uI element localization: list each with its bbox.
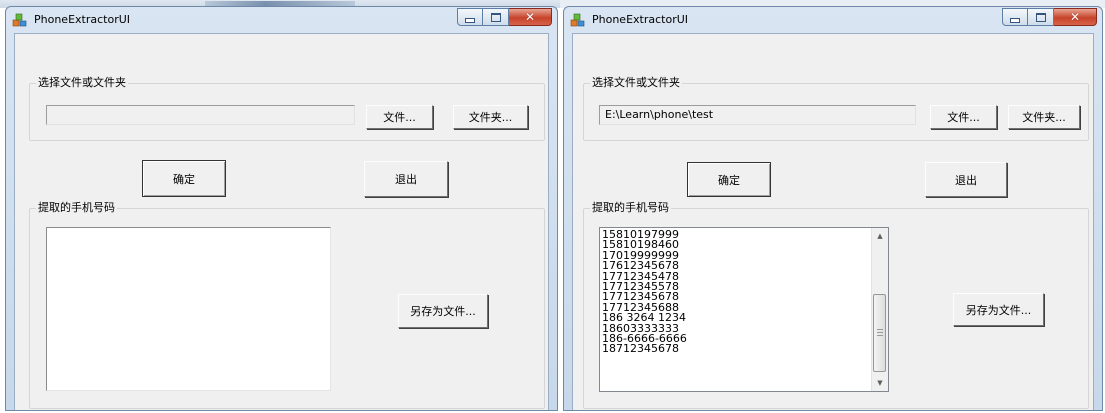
close-icon: ✕ [524,10,536,24]
select-group: 选择文件或文件夹 E:\Learn\phone\test 文件... 文件夹..… [583,76,1089,141]
minimize-icon [465,17,475,23]
result-group-label: 提取的手机号码 [36,201,117,215]
app-icon [12,13,27,27]
phone-list[interactable] [46,227,331,391]
window-title: PhoneExtractorUI [592,13,689,26]
phone-extractor-window-empty: PhoneExtractorUI ✕ 选择文件或文件夹 文件... 文件夹...… [5,6,558,411]
file-button[interactable]: 文件... [930,105,997,129]
title-bar[interactable]: PhoneExtractorUI ✕ [564,7,1102,33]
path-input[interactable] [46,105,355,125]
select-group: 选择文件或文件夹 文件... 文件夹... [29,76,545,141]
ok-button[interactable]: 确定 [687,162,771,197]
folder-button[interactable]: 文件夹... [453,105,528,129]
maximize-button[interactable] [1028,8,1054,26]
maximize-icon [490,12,501,22]
result-group-label: 提取的手机号码 [590,201,671,215]
minimize-button[interactable] [457,8,483,26]
scroll-thumb[interactable] [873,294,886,372]
path-input[interactable]: E:\Learn\phone\test [599,105,916,125]
exit-button[interactable]: 退出 [925,162,1007,197]
phone-extractor-window-results: PhoneExtractorUI ✕ 选择文件或文件夹 E:\Learn\pho… [563,6,1103,411]
exit-button[interactable]: 退出 [364,161,448,197]
file-button[interactable]: 文件... [366,105,433,129]
result-group: 提取的手机号码 15810197999 15810198460 1701999999… [583,201,1089,409]
close-icon: ✕ [1069,10,1081,24]
folder-button[interactable]: 文件夹... [1008,105,1080,129]
maximize-button[interactable] [483,8,509,26]
close-button[interactable]: ✕ [509,8,552,26]
list-scrollbar[interactable]: ▲ ▼ [871,228,888,391]
save-as-button[interactable]: 另存为文件... [953,293,1044,326]
save-as-button[interactable]: 另存为文件... [398,294,488,328]
select-group-label: 选择文件或文件夹 [590,76,682,90]
minimize-icon [1010,17,1020,23]
ok-button[interactable]: 确定 [142,160,226,197]
minimize-button[interactable] [1002,8,1028,26]
maximize-icon [1035,12,1046,22]
result-group: 提取的手机号码 另存为文件... [29,201,545,409]
scroll-down-icon[interactable]: ▼ [872,375,888,391]
list-item[interactable]: 18712345678 [602,343,687,354]
grip-icon [877,329,883,336]
title-bar[interactable]: PhoneExtractorUI ✕ [6,7,557,33]
window-title: PhoneExtractorUI [34,13,131,26]
app-icon [570,13,585,27]
phone-list-items: 15810197999 15810198460 17019999999 1761234… [602,229,687,355]
phone-list[interactable]: 15810197999 15810198460 17019999999 1761234… [599,227,889,392]
close-button[interactable]: ✕ [1054,8,1097,26]
scroll-up-icon[interactable]: ▲ [872,228,888,244]
select-group-label: 选择文件或文件夹 [36,76,128,90]
client-area: 选择文件或文件夹 E:\Learn\phone\test 文件... 文件夹..… [572,33,1094,410]
client-area: 选择文件或文件夹 文件... 文件夹... 确定 退出 提取的手机号码 另存为文… [14,33,549,410]
